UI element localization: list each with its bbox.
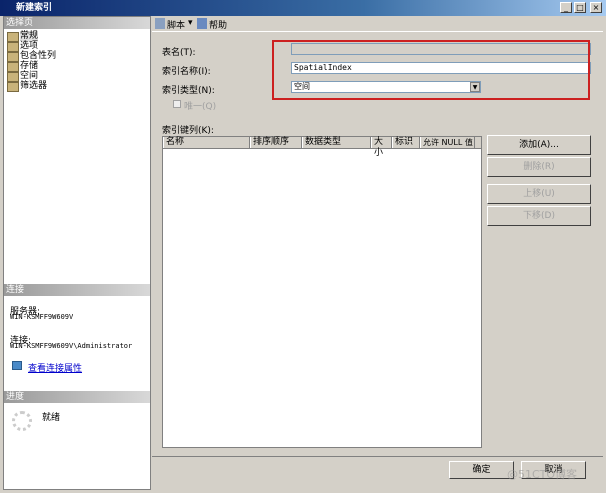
connection-header: 连接: [4, 284, 150, 296]
unique-checkbox[interactable]: [173, 100, 181, 108]
column-header-identity[interactable]: 标识: [392, 137, 420, 148]
column-header-size[interactable]: 大小: [371, 137, 392, 158]
close-button[interactable]: ×: [590, 2, 602, 13]
connection-properties-icon: [12, 361, 22, 370]
progress-spinner-icon: [12, 411, 32, 431]
page-included-columns[interactable]: 包含性列: [4, 51, 150, 62]
help-button[interactable]: 帮助: [209, 18, 227, 31]
dropdown-arrow-icon[interactable]: ▾: [188, 18, 193, 28]
index-name-label: 索引名称(I):: [162, 67, 211, 77]
column-header-name[interactable]: 名称: [163, 137, 250, 148]
maximize-button[interactable]: □: [574, 2, 586, 13]
page-spatial[interactable]: 空间: [4, 71, 150, 82]
add-button[interactable]: 添加(A)...: [487, 135, 591, 155]
unique-label: 唯一(Q): [184, 102, 217, 112]
index-key-columns-label: 索引键列(K):: [162, 126, 214, 136]
grid-header: 名称 排序顺序 数据类型 大小 标识 允许 NULL 值: [163, 137, 481, 158]
column-header-allow-nulls[interactable]: 允许 NULL 值: [420, 137, 475, 148]
help-icon: [197, 18, 207, 29]
move-up-button[interactable]: 上移(U): [487, 184, 591, 204]
select-page-header: 选择页: [4, 17, 150, 29]
toolbar: 脚本 ▾ 帮助: [152, 16, 603, 32]
view-connection-properties-link[interactable]: 查看连接属性: [28, 361, 82, 374]
page-options[interactable]: 选项: [4, 41, 150, 52]
server-value: WIN-KSMFF9W609V: [10, 313, 74, 321]
divider: [152, 456, 603, 457]
script-icon: [155, 18, 165, 29]
window-title: 新建索引: [16, 3, 53, 13]
left-pane: 选择页 常规 选项 包含性列 存储 空间 筛选器 连接 服务器: WIN-KSM…: [3, 16, 151, 490]
index-key-columns-grid[interactable]: 名称 排序顺序 数据类型 大小 标识 允许 NULL 值: [162, 136, 482, 448]
move-down-button[interactable]: 下移(D): [487, 206, 591, 226]
title-bar: 新建索引: [0, 0, 606, 16]
table-name-label: 表名(T):: [162, 48, 196, 58]
index-type-label: 索引类型(N):: [162, 86, 215, 96]
highlight-box: [272, 40, 590, 100]
page-filter[interactable]: 筛选器: [4, 81, 150, 92]
column-header-sort-order[interactable]: 排序顺序: [250, 137, 302, 148]
minimize-button[interactable]: _: [560, 2, 572, 13]
page-storage[interactable]: 存储: [4, 61, 150, 72]
remove-button[interactable]: 删除(R): [487, 157, 591, 177]
watermark: @51CTO博客: [507, 468, 578, 481]
main-pane: 脚本 ▾ 帮助 表名(T): 索引名称(I): SpatialIndex 索引类…: [152, 16, 603, 454]
connection-value: WIN-KSMFF9W609V\Administrator: [10, 342, 133, 350]
column-header-data-type[interactable]: 数据类型: [302, 137, 371, 148]
progress-header: 进度: [4, 391, 150, 403]
page-general[interactable]: 常规: [4, 31, 150, 42]
script-button[interactable]: 脚本: [167, 18, 185, 31]
ok-button[interactable]: 确定: [449, 461, 514, 479]
progress-status: 就绪: [42, 413, 61, 423]
